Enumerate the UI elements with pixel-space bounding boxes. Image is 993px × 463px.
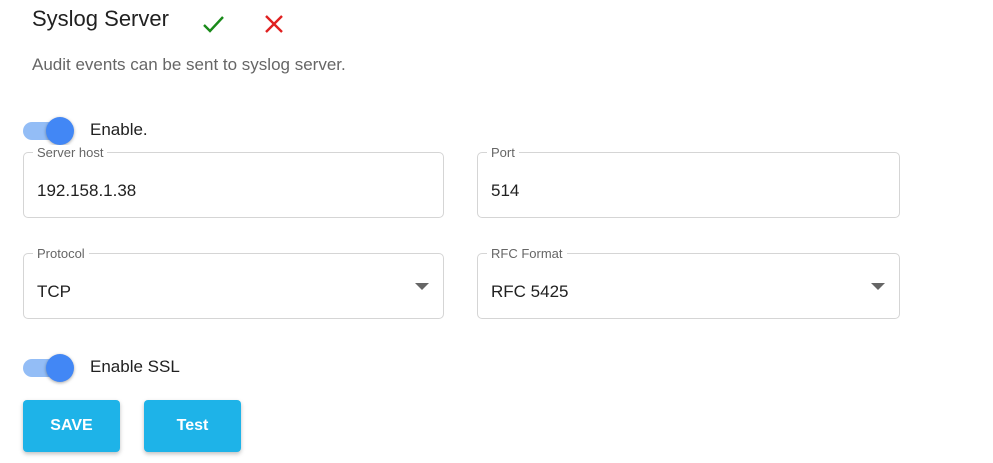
enable-toggle[interactable] xyxy=(23,115,79,145)
toggle-thumb xyxy=(46,354,74,382)
enable-toggle-label: Enable. xyxy=(90,120,148,139)
protocol-select[interactable]: Protocol TCP xyxy=(23,246,444,319)
protocol-value: TCP xyxy=(37,282,71,301)
check-icon[interactable] xyxy=(201,12,225,36)
chevron-down-icon xyxy=(415,283,429,290)
close-icon[interactable] xyxy=(262,12,286,36)
server-host-field[interactable]: Server host 192.158.1.38 xyxy=(23,145,444,218)
port-label: Port xyxy=(487,145,519,161)
toggle-thumb xyxy=(46,117,74,145)
server-host-label: Server host xyxy=(33,145,108,161)
port-field[interactable]: Port 514 xyxy=(477,145,900,218)
page-description: Audit events can be sent to syslog serve… xyxy=(32,55,346,74)
rfc-format-select[interactable]: RFC Format RFC 5425 xyxy=(477,246,900,319)
save-button[interactable]: SAVE xyxy=(23,400,120,452)
rfc-format-value: RFC 5425 xyxy=(491,282,569,301)
server-host-value: 192.158.1.38 xyxy=(37,181,137,200)
port-value: 514 xyxy=(491,181,520,200)
rfc-format-label: RFC Format xyxy=(487,246,567,262)
chevron-down-icon xyxy=(871,283,885,290)
enable-ssl-toggle[interactable] xyxy=(23,352,79,382)
page-title: Syslog Server xyxy=(32,6,169,31)
protocol-label: Protocol xyxy=(33,246,89,262)
enable-ssl-label: Enable SSL xyxy=(90,357,180,376)
test-button[interactable]: Test xyxy=(144,400,241,452)
